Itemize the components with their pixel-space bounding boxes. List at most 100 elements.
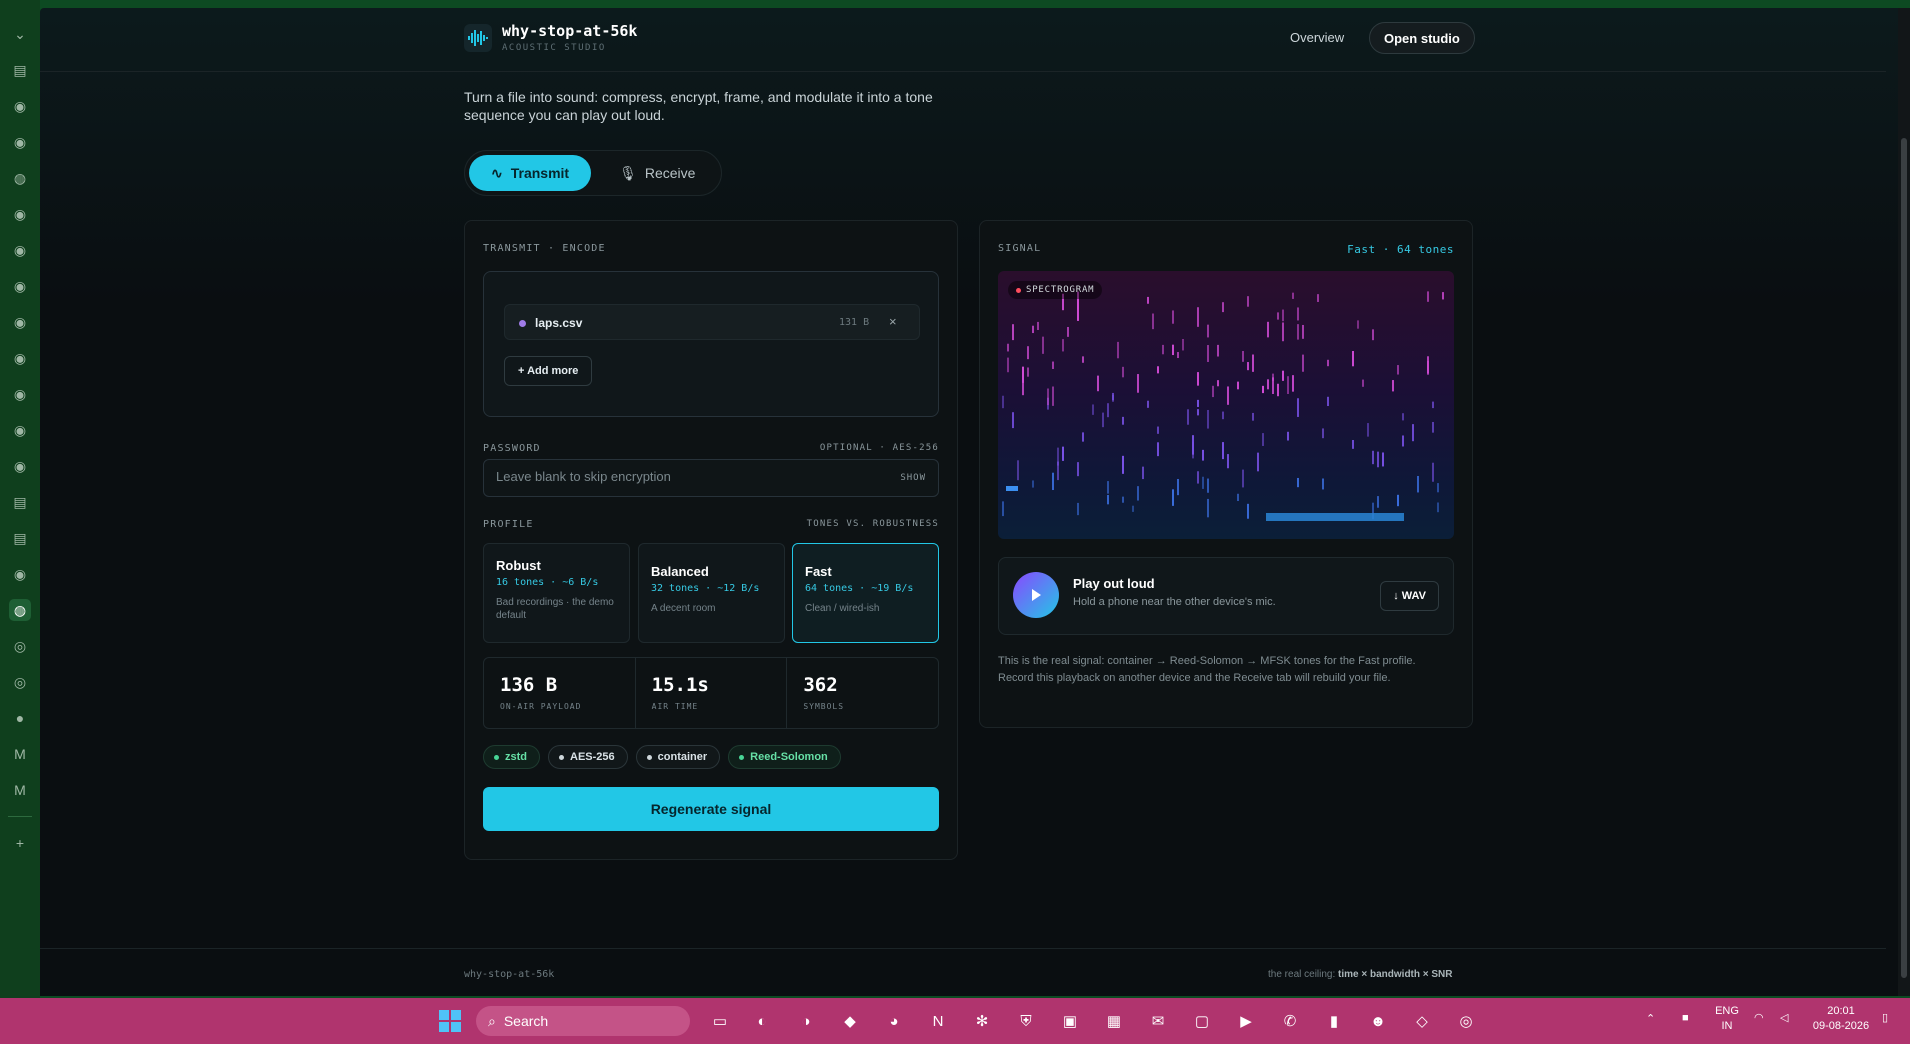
eye-icon[interactable]: ◎ — [9, 671, 31, 693]
overview-link[interactable]: Overview — [1290, 30, 1344, 45]
firefox-icon[interactable]: ◕ — [880, 1007, 908, 1035]
password-hint: OPTIONAL · AES-256 — [819, 443, 939, 453]
regenerate-signal-button[interactable]: Regenerate signal — [483, 787, 939, 831]
medium-icon[interactable]: M — [9, 779, 31, 801]
tab-icon[interactable]: ▤ — [9, 59, 31, 81]
file-explorer-icon[interactable]: ▭ — [706, 1007, 734, 1035]
profile-hint: TONES VS. ROBUSTNESS — [806, 519, 939, 529]
terminal-icon[interactable]: ▮ — [1320, 1007, 1348, 1035]
globe-icon[interactable]: ◍ — [9, 167, 31, 189]
taskbar-search[interactable]: ⌕ Search — [476, 1006, 690, 1036]
profile-option-fast[interactable]: Fast 64 tones · ~19 B/s Clean / wired-is… — [792, 543, 939, 643]
chevron-up-icon[interactable]: ⌃ — [1646, 1012, 1655, 1027]
spreadsheet-icon[interactable]: ▦ — [1100, 1007, 1128, 1035]
vscode-icon[interactable]: ◆ — [836, 1007, 864, 1035]
spectrogram-streak — [1427, 291, 1429, 302]
file-dropzone[interactable]: laps.csv 131 B × + Add more — [483, 271, 939, 417]
tab-icon[interactable]: ▤ — [9, 491, 31, 513]
play-button[interactable] — [1013, 572, 1059, 618]
medium-icon[interactable]: M — [9, 743, 31, 765]
ea-icon[interactable]: ◇ — [1408, 1007, 1436, 1035]
spectrogram-streak — [1157, 442, 1159, 457]
github-icon[interactable]: ◉ — [9, 275, 31, 297]
spectrogram-streak — [1052, 472, 1054, 491]
search-icon: ⌕ — [488, 1012, 496, 1029]
github-icon[interactable]: ◉ — [9, 239, 31, 261]
scrollbar-thumb[interactable] — [1901, 138, 1907, 978]
profile-option-balanced[interactable]: Balanced 32 tones · ~12 B/s A decent roo… — [638, 543, 785, 643]
app-icon[interactable]: ◎ — [1452, 1007, 1480, 1035]
add-more-button[interactable]: + Add more — [504, 356, 593, 386]
app-icon[interactable]: ▢ — [1188, 1007, 1216, 1035]
github-icon[interactable]: ◉ — [9, 131, 31, 153]
edge-icon[interactable]: ◐ — [748, 1007, 776, 1035]
circle-icon[interactable]: ● — [9, 707, 31, 729]
tab-receive[interactable]: 🎙 Receive — [597, 155, 717, 191]
remove-file-button[interactable]: × — [889, 314, 897, 329]
spectrogram-streak — [1222, 411, 1224, 420]
youtube-icon[interactable]: ▶ — [1232, 1007, 1260, 1035]
app-icon[interactable]: ☻ — [1364, 1007, 1392, 1035]
spectrogram-band — [1266, 513, 1404, 521]
notion-icon[interactable]: N — [924, 1007, 952, 1035]
tab-icon[interactable]: ▤ — [9, 527, 31, 549]
spectrogram-streak — [1247, 503, 1249, 519]
password-input[interactable] — [496, 469, 876, 484]
chip-dot — [559, 754, 564, 760]
language-indicator[interactable]: ENG IN — [1710, 1004, 1744, 1034]
spectrogram-streak — [1377, 451, 1379, 468]
page-scrollbar[interactable] — [1898, 8, 1910, 996]
profile-option-robust[interactable]: Robust 16 tones · ~6 B/s Bad recordings … — [483, 543, 630, 643]
download-wav-button[interactable]: ↓ WAV — [1380, 581, 1439, 611]
github-icon[interactable]: ◉ — [9, 563, 31, 585]
chatgpt-icon[interactable]: ✻ — [968, 1007, 996, 1035]
github-icon[interactable]: ◉ — [9, 95, 31, 117]
spectrogram-streak — [1227, 386, 1229, 405]
stat-label: ON-AIR PAYLOAD — [500, 702, 582, 711]
eye-icon[interactable]: ◎ — [9, 635, 31, 657]
github-icon[interactable]: ◉ — [9, 311, 31, 333]
spectrogram-streak — [1217, 344, 1219, 357]
spectrogram-streak — [1142, 466, 1144, 480]
whatsapp-icon[interactable]: ✆ — [1276, 1007, 1304, 1035]
spectrogram-canvas — [1002, 291, 1444, 521]
encode-panel: TRANSMIT · ENCODE laps.csv 131 B × + Add… — [464, 220, 958, 860]
spectrogram-streak — [1197, 409, 1199, 416]
show-password-button[interactable]: SHOW — [900, 473, 926, 483]
windows-start-icon[interactable] — [436, 1007, 464, 1035]
spectrogram-streak — [1202, 449, 1204, 461]
github-icon[interactable]: ◉ — [9, 347, 31, 369]
github-icon[interactable]: ◉ — [9, 455, 31, 477]
bitwarden-icon[interactable]: ⛨ — [1012, 1007, 1040, 1035]
app-icon[interactable]: ▣ — [1056, 1007, 1084, 1035]
brand[interactable]: why-stop-at-56k ACOUSTIC STUDIO — [464, 22, 637, 53]
file-dot — [519, 320, 526, 327]
tray-app-icon[interactable]: ■ — [1682, 1011, 1689, 1026]
chip-zstd: zstd — [483, 745, 540, 769]
github-icon[interactable]: ◉ — [9, 383, 31, 405]
volume-icon[interactable]: ◁ — [1780, 1011, 1788, 1026]
spectrogram-streak — [1112, 394, 1114, 402]
chevron-down-icon[interactable]: ⌄ — [9, 23, 31, 45]
mail-icon[interactable]: ✉ — [1144, 1007, 1172, 1035]
plus-icon[interactable]: + — [9, 832, 31, 854]
spectrogram-streak — [1267, 379, 1269, 390]
open-studio-button[interactable]: Open studio — [1369, 22, 1475, 54]
spectrogram-streak — [1172, 310, 1174, 324]
spectrogram-streak — [1412, 424, 1414, 442]
clock[interactable]: 20:01 09-08-2026 — [1806, 1004, 1876, 1034]
spectrogram-streak — [1322, 478, 1324, 490]
spectrogram-streak — [1077, 502, 1079, 516]
browser-icon[interactable]: ◑ — [792, 1007, 820, 1035]
github-icon[interactable]: ◉ — [9, 419, 31, 441]
spectrogram-streak — [1117, 341, 1119, 359]
spectrogram-streak — [1197, 471, 1199, 484]
spectrogram-streak — [1107, 403, 1109, 418]
spectrogram-streak — [1297, 477, 1299, 488]
wifi-icon[interactable]: ◠ — [1754, 1011, 1764, 1026]
notification-icon[interactable]: ▯ — [1882, 1011, 1888, 1026]
github-icon[interactable]: ◉ — [9, 203, 31, 225]
tab-transmit[interactable]: ∿ Transmit — [469, 155, 592, 191]
spectrogram-streak — [1352, 350, 1354, 367]
globe-icon[interactable]: ◍ — [9, 599, 31, 621]
